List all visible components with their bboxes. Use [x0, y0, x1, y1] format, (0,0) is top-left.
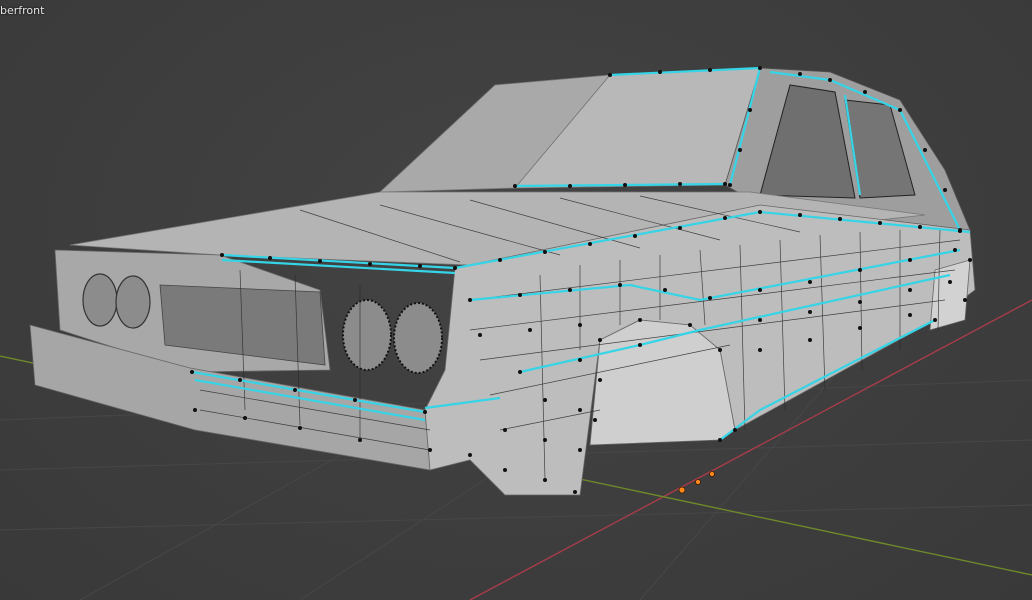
- object-origin-marker[interactable]: [678, 471, 715, 494]
- car-mesh[interactable]: [29, 66, 976, 496]
- viewport-scene[interactable]: [0, 0, 1032, 600]
- 3d-viewport[interactable]: berfront: [0, 0, 1032, 600]
- headlight-right: [342, 299, 443, 374]
